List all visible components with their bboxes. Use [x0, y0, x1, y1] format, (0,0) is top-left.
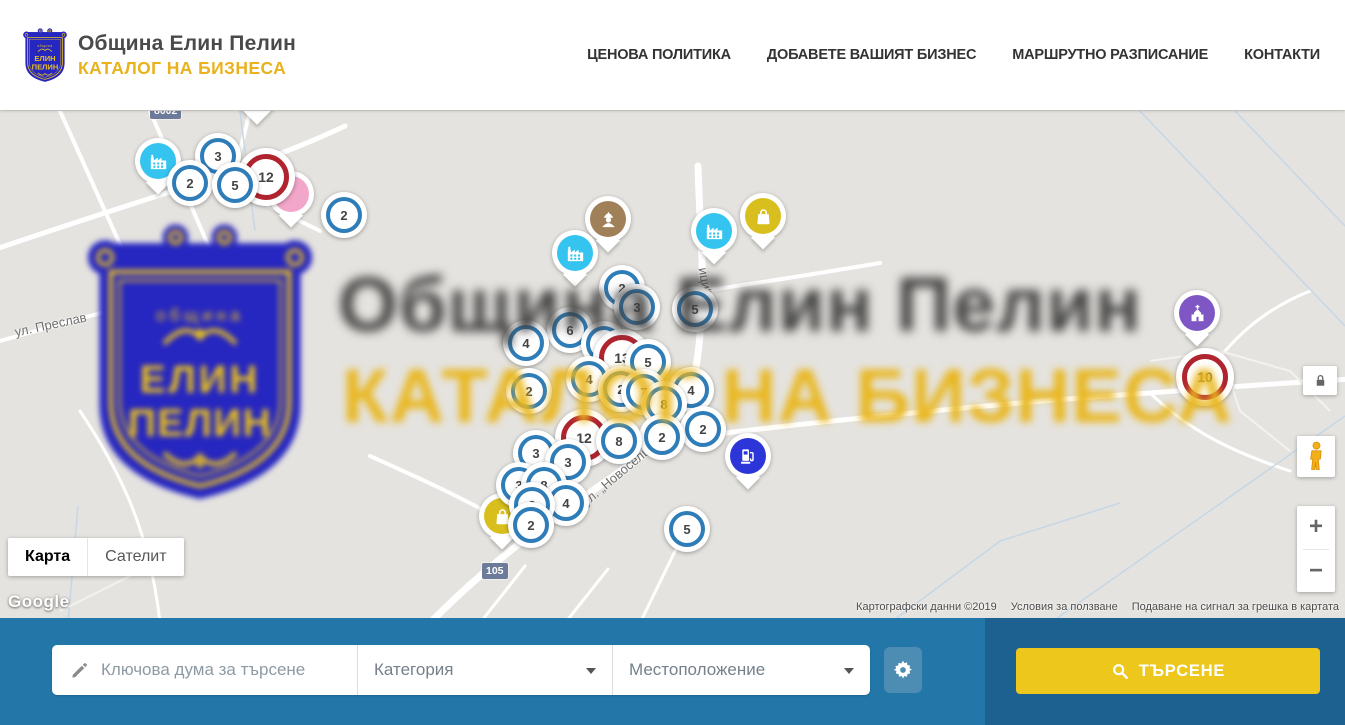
category-dropdown-value: Категория [374, 660, 453, 680]
cluster-marker[interactable]: 8 [596, 418, 642, 464]
cluster-marker[interactable]: 2 [639, 414, 685, 460]
pencil-icon [70, 661, 89, 680]
pin-factory-marker[interactable] [552, 230, 598, 276]
cluster-marker[interactable]: 2 [321, 192, 367, 238]
chevron-down-icon [586, 668, 596, 674]
category-dropdown[interactable]: Категория [358, 645, 613, 695]
cluster-count: 2 [644, 419, 680, 455]
map-attribution: Картографски данни ©2019 Условия за полз… [856, 601, 1339, 613]
advanced-settings-button[interactable] [884, 647, 922, 693]
attribution-data: Картографски данни ©2019 [856, 601, 997, 613]
crest-small-text: община [37, 44, 53, 48]
map-type-control: Карта Сателит [8, 538, 184, 576]
zoom-control: + − [1297, 506, 1335, 592]
nav-item-schedule[interactable]: МАРШРУТНО РАЗПИСАНИЕ [1012, 47, 1208, 63]
pin-worker-marker[interactable] [585, 196, 631, 242]
cluster-count: 2 [172, 165, 208, 201]
cluster-marker[interactable]: 2 [508, 502, 554, 548]
church-icon [1179, 295, 1215, 331]
keyword-section [52, 645, 358, 695]
brand-text: Община Елин Пелин КАТАЛОГ НА БИЗНЕСА [78, 32, 296, 79]
fuel-icon [730, 438, 766, 474]
cluster-count: 2 [685, 411, 721, 447]
cluster-marker[interactable]: 10 [1176, 348, 1234, 406]
page: община ЕЛИН ПЕЛИН Община Елин Пелин КАТА… [0, 0, 1345, 725]
chevron-down-icon [844, 668, 854, 674]
worker-icon [590, 201, 626, 237]
site-subtitle: КАТАЛОГ НА БИЗНЕСА [78, 58, 296, 79]
nav-item-contacts[interactable]: КОНТАКТИ [1244, 47, 1320, 63]
bag-icon [745, 198, 781, 234]
gear-icon [892, 659, 914, 681]
pegman-icon [1306, 441, 1327, 472]
map-markers: 312252235647135104242782212833384325 [0, 111, 1345, 618]
lock-scroll-button[interactable] [1303, 366, 1337, 395]
cluster-marker[interactable]: 2 [506, 368, 552, 414]
location-dropdown-value: Местоположение [629, 660, 765, 680]
attribution-terms-link[interactable]: Условия за ползване [1011, 601, 1118, 613]
cluster-marker[interactable]: 5 [212, 162, 258, 208]
cluster-count: 3 [619, 289, 655, 325]
zoom-in-button[interactable]: + [1297, 506, 1335, 549]
pin-church-marker[interactable] [1174, 290, 1220, 336]
cluster-count: 5 [669, 511, 705, 547]
site-title: Община Елин Пелин [78, 32, 296, 56]
attribution-report-link[interactable]: Подаване на сигнал за грешка в картата [1132, 601, 1339, 613]
cluster-count: 4 [508, 325, 544, 361]
zoom-out-button[interactable]: − [1297, 550, 1335, 593]
cluster-marker[interactable]: 2 [680, 406, 726, 452]
cluster-marker[interactable]: 5 [672, 286, 718, 332]
search-bar: Категория Местоположение ТЪРСЕНЕ [0, 618, 1345, 725]
cluster-marker[interactable]: 2 [167, 160, 213, 206]
google-logo[interactable]: Google [8, 592, 70, 612]
cluster-marker[interactable]: 5 [664, 506, 710, 552]
cluster-count: 2 [326, 197, 362, 233]
cluster-marker[interactable]: 4 [503, 320, 549, 366]
brand[interactable]: община ЕЛИН ПЕЛИН Община Елин Пелин КАТА… [22, 27, 296, 83]
pin-bag-marker[interactable] [740, 193, 786, 239]
map-type-satellite-button[interactable]: Сателит [87, 538, 183, 576]
cluster-count: 2 [513, 507, 549, 543]
map-canvas[interactable]: ул. Преславбул. „Новоселци“ици“ 8002105 … [0, 110, 1345, 618]
keyword-search-input[interactable] [101, 660, 357, 680]
main-nav: ЦЕНОВА ПОЛИТИКА ДОБАВЕТЕ ВАШИЯТ БИЗНЕС М… [587, 47, 1320, 63]
map-type-map-button[interactable]: Карта [8, 538, 87, 576]
lock-icon [1313, 373, 1328, 388]
pegman-streetview-button[interactable] [1297, 436, 1335, 477]
factory-icon [696, 213, 732, 249]
search-field-group: Категория Местоположение [52, 645, 870, 695]
pin-fuel-marker[interactable] [725, 433, 771, 479]
cluster-count: 10 [1182, 354, 1228, 400]
cluster-count: 5 [677, 291, 713, 327]
municipality-crest-logo: община ЕЛИН ПЕЛИН [22, 27, 68, 83]
nav-item-pricing[interactable]: ЦЕНОВА ПОЛИТИКА [587, 47, 731, 63]
cluster-count: 2 [511, 373, 547, 409]
cluster-marker[interactable]: 3 [614, 284, 660, 330]
factory-icon [557, 235, 593, 271]
pin-factory-marker[interactable] [691, 208, 737, 254]
cluster-count: 5 [217, 167, 253, 203]
search-button[interactable]: ТЪРСЕНЕ [1016, 648, 1320, 694]
header: община ЕЛИН ПЕЛИН Община Елин Пелин КАТА… [0, 0, 1345, 110]
crest-line1: ЕЛИН [34, 54, 55, 63]
crest-line2: ПЕЛИН [32, 63, 59, 72]
location-dropdown[interactable]: Местоположение [613, 645, 870, 695]
search-button-label: ТЪРСЕНЕ [1139, 662, 1225, 681]
search-icon [1111, 662, 1129, 680]
nav-item-add-business[interactable]: ДОБАВЕТЕ ВАШИЯТ БИЗНЕС [767, 47, 976, 63]
cluster-count: 8 [601, 423, 637, 459]
